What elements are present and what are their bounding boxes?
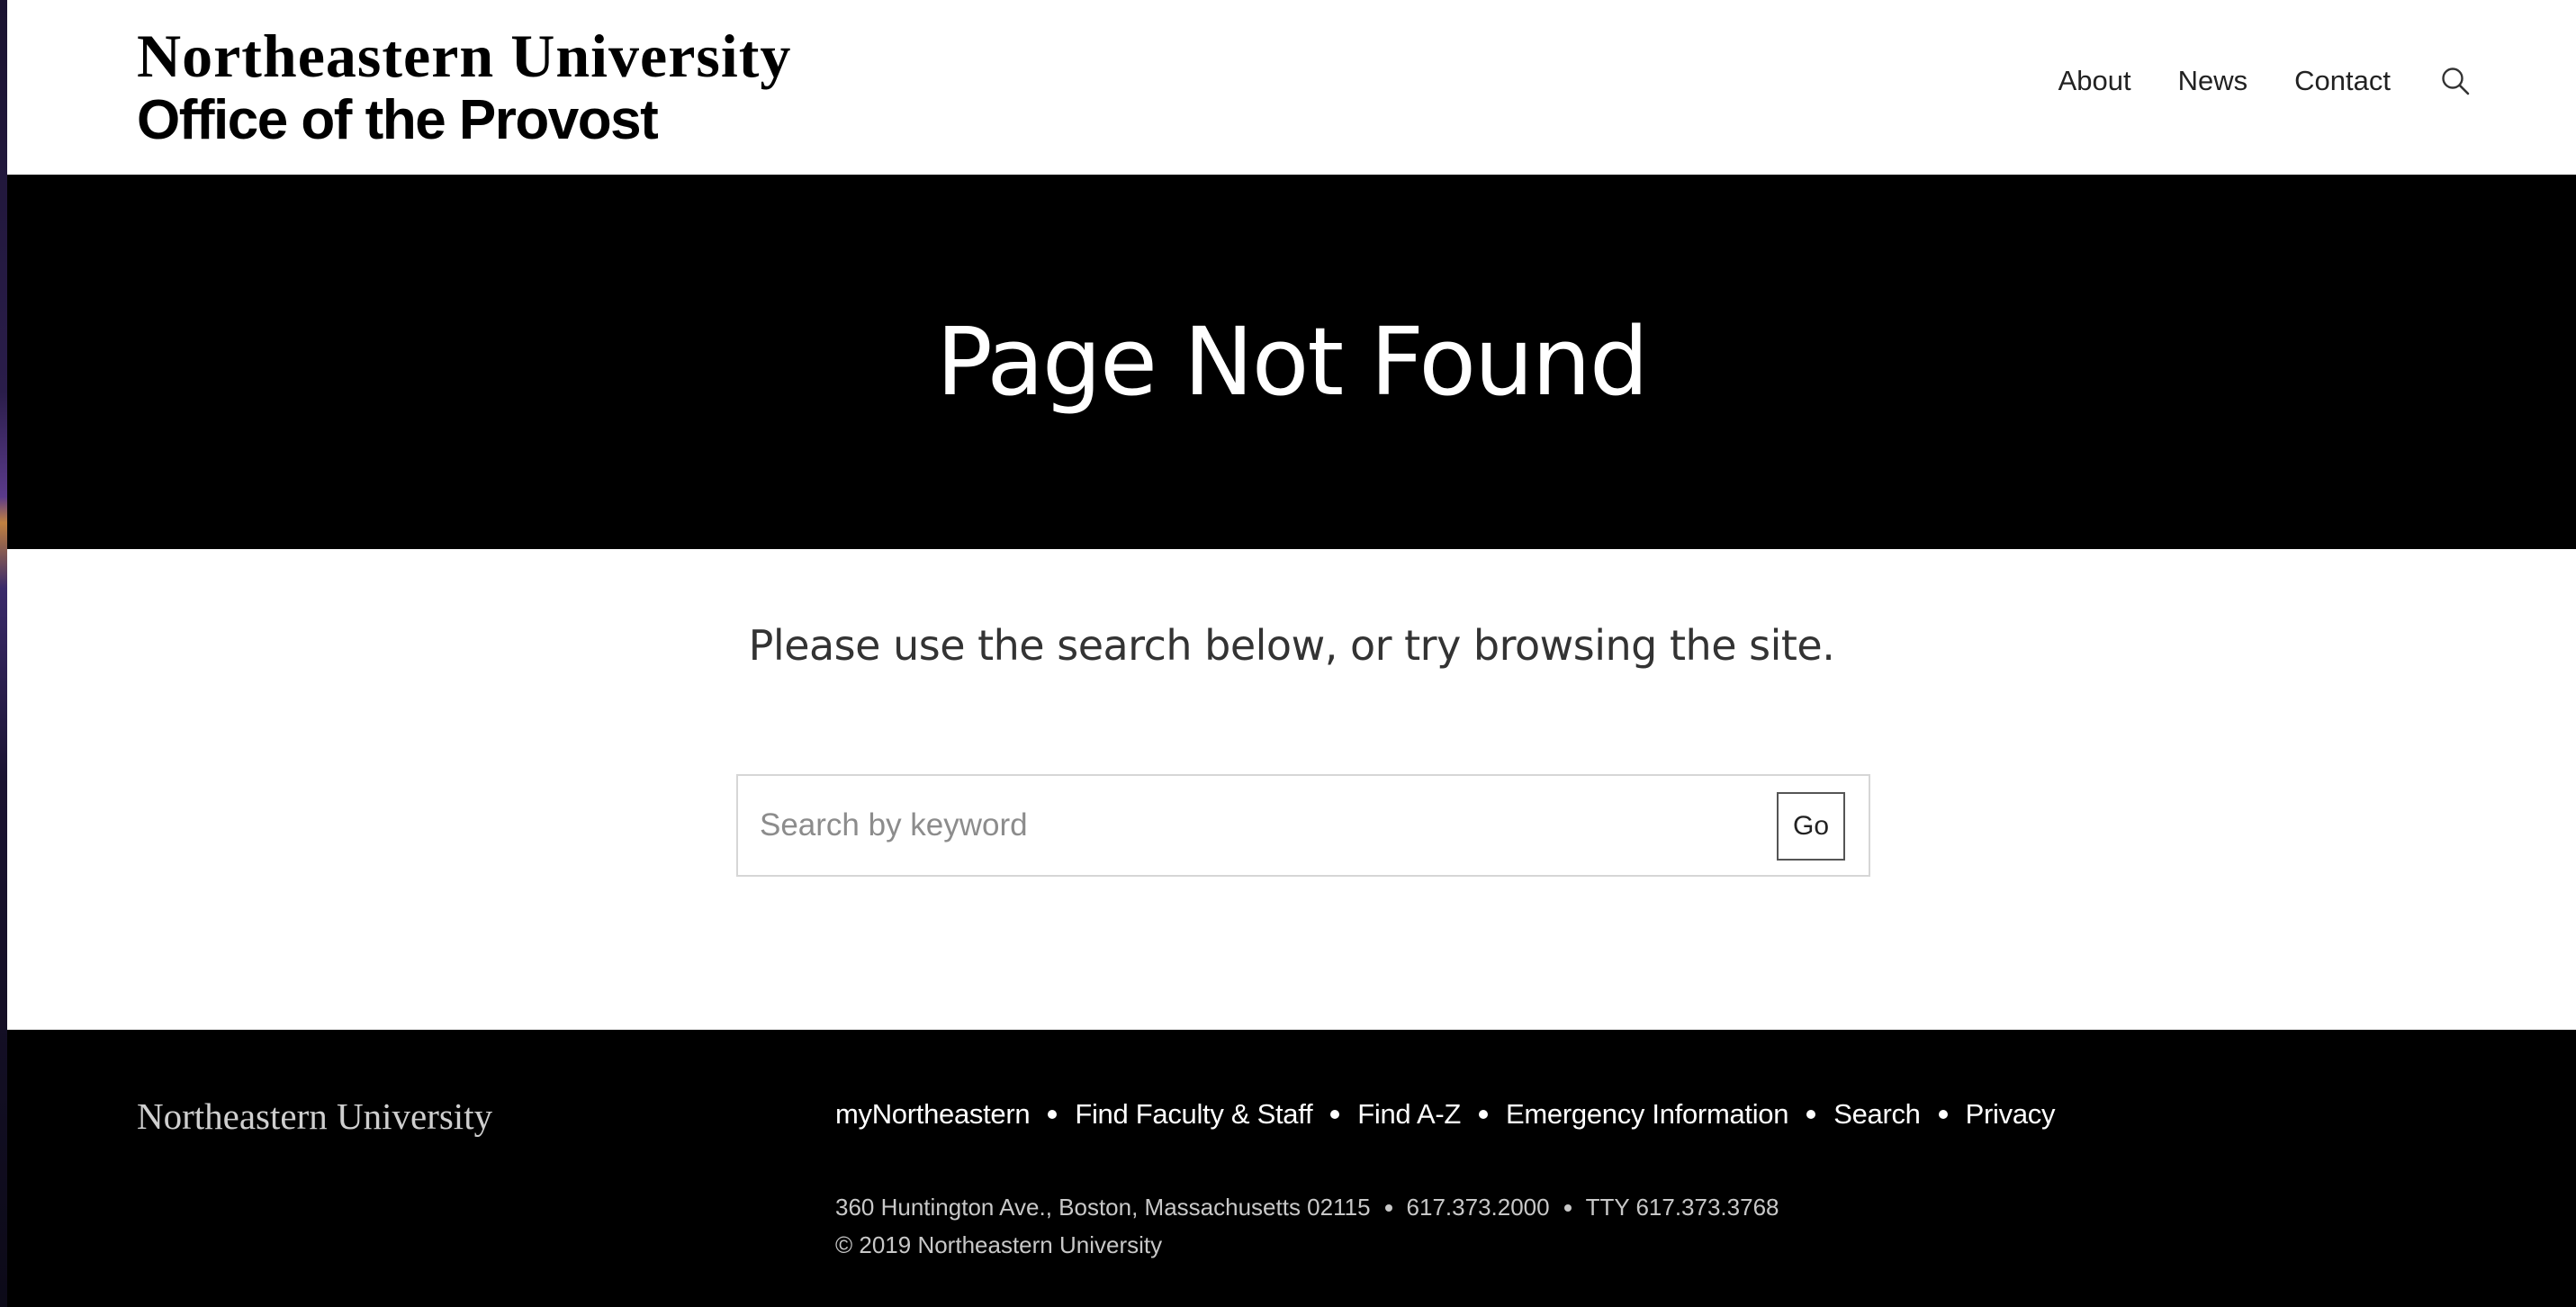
footer-logo[interactable]: Northeastern University <box>137 1095 492 1138</box>
footer-link-find-faculty-staff[interactable]: Find Faculty & Staff <box>1075 1098 1312 1131</box>
page: Northeastern University Office of the Pr… <box>0 0 2576 1307</box>
main-content: Please use the search below, or try brow… <box>7 549 2576 1030</box>
desktop-background-edge <box>0 0 7 1307</box>
bullet-separator <box>1479 1110 1489 1119</box>
footer-links: myNortheastern Find Faculty & Staff Find… <box>835 1098 2055 1131</box>
search-form: Go <box>736 774 1870 877</box>
site-logo[interactable]: Northeastern University Office of the Pr… <box>137 23 791 153</box>
not-found-message: Please use the search below, or try brow… <box>748 621 1835 670</box>
logo-university-name: Northeastern University <box>137 22 792 90</box>
main-nav: About News Contact <box>2058 63 2473 99</box>
footer-phone: 617.373.2000 <box>1406 1194 1550 1221</box>
search-icon[interactable] <box>2437 63 2473 99</box>
go-button[interactable]: Go <box>1777 792 1845 861</box>
bullet-separator <box>1384 1203 1392 1212</box>
footer-link-emergency-information[interactable]: Emergency Information <box>1506 1098 1788 1131</box>
site-header: Northeastern University Office of the Pr… <box>7 0 2576 175</box>
site-footer: Northeastern University myNortheastern F… <box>7 1030 2576 1307</box>
nav-contact[interactable]: Contact <box>2294 65 2391 97</box>
bullet-separator <box>1938 1110 1948 1119</box>
nav-about[interactable]: About <box>2058 65 2131 97</box>
hero-banner: Page Not Found <box>7 175 2576 549</box>
page-title: Page Not Found <box>936 307 1649 417</box>
footer-link-search[interactable]: Search <box>1833 1098 1921 1131</box>
logo-office-name: Office of the Provost <box>137 89 659 151</box>
search-icon-graphic <box>2442 68 2470 95</box>
search-input[interactable] <box>760 790 1732 861</box>
bullet-separator <box>1330 1110 1340 1119</box>
nav-news[interactable]: News <box>2178 65 2248 97</box>
footer-contact-info: 360 Huntington Ave., Boston, Massachuset… <box>835 1194 1779 1221</box>
footer-tty: TTY 617.373.3768 <box>1585 1194 1779 1221</box>
footer-link-mynortheastern[interactable]: myNortheastern <box>835 1098 1031 1131</box>
footer-copyright: © 2019 Northeastern University <box>835 1231 1163 1258</box>
bullet-separator <box>1048 1110 1058 1119</box>
bullet-separator <box>1806 1110 1816 1119</box>
bullet-separator <box>1563 1203 1572 1212</box>
footer-link-privacy[interactable]: Privacy <box>1966 1098 2056 1131</box>
footer-address: 360 Huntington Ave., Boston, Massachuset… <box>835 1194 1371 1221</box>
footer-link-find-a-z[interactable]: Find A-Z <box>1357 1098 1461 1131</box>
